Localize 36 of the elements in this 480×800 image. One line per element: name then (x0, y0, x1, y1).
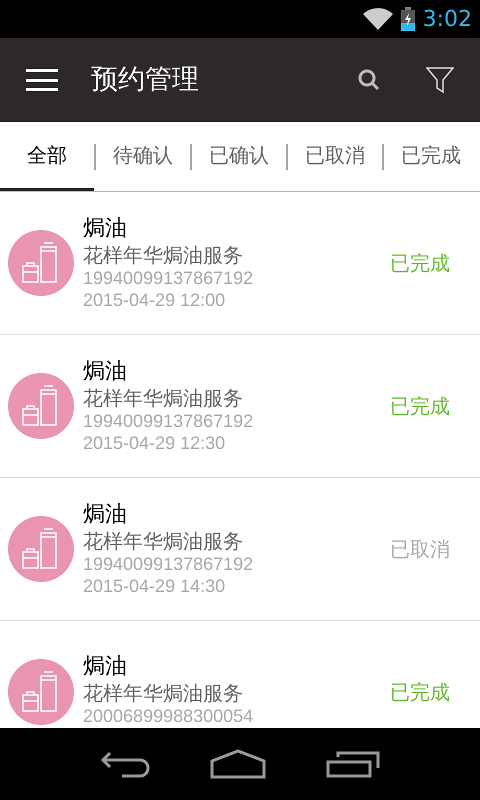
order-title: 焗油 (83, 504, 128, 526)
order-title: 焗油 (83, 360, 128, 382)
page-title: 预约管理 (91, 62, 200, 97)
filter-tab[interactable]: 已确认 (192, 122, 286, 191)
back-icon[interactable] (100, 750, 150, 778)
order-row[interactable]: 焗油 花样年华焗油服务 19940099137867192 2015-04-29 12:30 已完成 (0, 335, 480, 478)
order-time: 2015-04-29 12:30 (83, 434, 226, 452)
order-time: 2015-04-29 14:30 (83, 576, 226, 594)
menu-button[interactable] (26, 69, 58, 91)
home-icon[interactable] (210, 749, 266, 779)
status-time: 3:02 (422, 6, 472, 34)
order-status: 已完成 (390, 250, 450, 277)
order-number: 19940099137867192 (83, 554, 254, 572)
order-time: 2015-04-29 12:00 (83, 290, 226, 308)
order-row[interactable]: 焗油 花样年华焗油服务 19940099137867192 2015-04-29 12:00 已完成 (0, 192, 480, 335)
service-name: 花样年华焗油服务 (83, 682, 244, 702)
order-title: 焗油 (83, 218, 128, 240)
filter-tab[interactable]: 待确认 (96, 122, 190, 191)
order-status: 已完成 (390, 393, 450, 420)
filter-icon[interactable] (426, 66, 454, 94)
recent-apps-icon[interactable] (326, 750, 380, 778)
order-title: 焗油 (83, 656, 128, 678)
order-status: 已完成 (390, 679, 450, 706)
search-icon[interactable] (357, 68, 381, 92)
service-name: 花样年华焗油服务 (83, 388, 244, 408)
filter-tab[interactable]: 已完成 (384, 122, 478, 191)
order-number: 20006899988300054 (83, 706, 254, 724)
service-name: 花样年华焗油服务 (83, 244, 244, 264)
order-number: 19940099137867192 (83, 412, 254, 430)
service-name: 花样年华焗油服务 (83, 530, 244, 550)
filter-tab[interactable]: 已取消 (288, 122, 382, 191)
battery-icon (400, 7, 415, 31)
order-row[interactable]: 焗油 花样年华焗油服务 19940099137867192 2015-04-29 14:30 已取消 (0, 478, 480, 621)
wifi-icon (362, 7, 393, 31)
order-number: 19940099137867192 (83, 268, 254, 286)
order-status: 已取消 (390, 536, 450, 563)
